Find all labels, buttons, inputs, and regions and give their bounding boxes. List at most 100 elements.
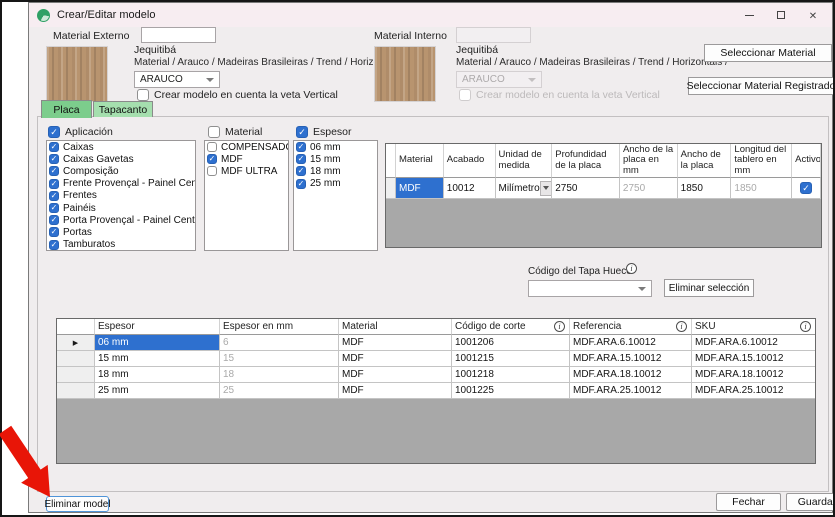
checkbox-icon[interactable]: [49, 142, 59, 152]
sku-cell[interactable]: MDF.ARA.15.10012: [692, 351, 815, 367]
checkbox-icon[interactable]: [49, 215, 59, 225]
espesor-cell[interactable]: 25 mm: [95, 383, 220, 399]
codigo-corte-cell[interactable]: 1001215: [452, 351, 570, 367]
eliminar-seleccion-button[interactable]: Eliminar selección: [664, 279, 754, 297]
codes-table-row[interactable]: 18 mm18MDF1001218MDF.ARA.18.10012MDF.ARA…: [57, 367, 815, 383]
checkbox-icon[interactable]: [296, 166, 306, 176]
checkbox-icon[interactable]: [49, 240, 59, 250]
codigo-corte-cell[interactable]: 1001225: [452, 383, 570, 399]
list-item[interactable]: Caixas: [47, 141, 195, 153]
checkbox-icon[interactable]: [137, 89, 149, 101]
checkbox-icon[interactable]: [49, 203, 59, 213]
profundidad-cell[interactable]: 2750: [552, 178, 620, 199]
list-item[interactable]: Tamburatos: [47, 239, 195, 251]
codes-table-row[interactable]: 15 mm15MDF1001215MDF.ARA.15.10012MDF.ARA…: [57, 351, 815, 367]
list-item[interactable]: 15 mm: [294, 153, 377, 165]
list-item-label: COMPENSADO: [221, 142, 288, 153]
espesor-cell[interactable]: 06 mm: [95, 335, 220, 351]
material-cell[interactable]: MDF: [339, 367, 452, 383]
material-cell[interactable]: MDF: [339, 351, 452, 367]
codes-table-row[interactable]: 06 mm6MDF1001206MDF.ARA.6.10012MDF.ARA.6…: [57, 335, 815, 351]
sku-cell[interactable]: MDF.ARA.18.10012: [692, 367, 815, 383]
dropdown-button[interactable]: [540, 181, 553, 196]
material-cell[interactable]: MDF: [396, 178, 444, 199]
list-item[interactable]: Frente Provençal - Painel Central/Trasei…: [47, 178, 195, 190]
espesor-cell[interactable]: 18 mm: [95, 367, 220, 383]
checkbox-icon[interactable]: [207, 142, 217, 152]
list-item[interactable]: Porta Provençal - Painel Central/Traseir…: [47, 214, 195, 226]
fechar-button[interactable]: Fechar: [716, 493, 781, 511]
checkbox-icon[interactable]: [207, 166, 217, 176]
checkbox-icon[interactable]: [208, 126, 220, 138]
checkbox-icon[interactable]: [296, 142, 306, 152]
sku-cell[interactable]: MDF.ARA.25.10012: [692, 383, 815, 399]
guardar-button[interactable]: Guardar: [786, 493, 835, 511]
checkbox-icon[interactable]: [49, 166, 59, 176]
info-icon[interactable]: [626, 263, 637, 274]
checkbox-icon[interactable]: [296, 154, 306, 164]
referencia-cell[interactable]: MDF.ARA.6.10012: [570, 335, 692, 351]
minimize-button[interactable]: [738, 6, 760, 24]
maximize-button[interactable]: [770, 6, 792, 24]
tab-tapacanto[interactable]: Tapacanto: [93, 101, 153, 117]
checkbox-icon[interactable]: [296, 126, 308, 138]
info-icon[interactable]: [800, 321, 811, 332]
list-item[interactable]: Caixas Gavetas: [47, 153, 195, 165]
vein-vertical-label: Crear modelo en cuenta la veta Vertical: [154, 89, 338, 101]
filter-listbox-0[interactable]: CaixasCaixas GavetasComposiçãoFrente Pro…: [46, 140, 196, 251]
checkbox-icon[interactable]: [207, 154, 217, 164]
list-item-label: Tamburatos: [63, 239, 115, 250]
list-item[interactable]: COMPENSADO: [205, 141, 288, 153]
checkbox-icon[interactable]: [49, 191, 59, 201]
close-button[interactable]: [802, 6, 824, 24]
info-icon[interactable]: [676, 321, 687, 332]
list-item[interactable]: MDF ULTRA: [205, 165, 288, 177]
unidad-medida-cell[interactable]: Milímetro: [496, 178, 553, 199]
list-item[interactable]: Frentes: [47, 190, 195, 202]
material-interno-swatch[interactable]: [374, 46, 436, 102]
row-header-cell: [386, 178, 396, 199]
acabado-cell[interactable]: 10012: [444, 178, 496, 199]
column-header: Espesor: [95, 319, 220, 335]
checkbox-icon[interactable]: [49, 179, 59, 189]
material-externo-brand-combobox[interactable]: ARAUCO: [134, 71, 220, 88]
seleccionar-material-registrado-button[interactable]: Seleccionar Material Registrado: [688, 77, 834, 95]
tapa-hueco-combobox[interactable]: [528, 280, 652, 297]
list-item[interactable]: Portas: [47, 226, 195, 238]
material-cell[interactable]: MDF: [339, 335, 452, 351]
window-controls: [738, 6, 824, 24]
chevron-down-icon: [206, 78, 214, 82]
activo-cell[interactable]: [792, 178, 821, 199]
list-item[interactable]: 18 mm: [294, 165, 377, 177]
espesor-cell[interactable]: 15 mm: [95, 351, 220, 367]
tab-placa[interactable]: Placa: [41, 100, 92, 118]
checkbox-icon[interactable]: [49, 154, 59, 164]
board-table-row[interactable]: MDF10012Milímetro2750275018501850: [386, 178, 821, 199]
checkbox-icon[interactable]: [800, 182, 812, 194]
list-item[interactable]: 25 mm: [294, 178, 377, 190]
list-item[interactable]: 06 mm: [294, 141, 377, 153]
material-externo-code-input[interactable]: [141, 27, 216, 43]
checkbox-icon[interactable]: [48, 126, 60, 138]
sku-cell[interactable]: MDF.ARA.6.10012: [692, 335, 815, 351]
checkbox-icon[interactable]: [49, 227, 59, 237]
seleccionar-material-button[interactable]: Seleccionar Material: [704, 44, 832, 62]
codigo-corte-cell[interactable]: 1001206: [452, 335, 570, 351]
referencia-cell[interactable]: MDF.ARA.18.10012: [570, 367, 692, 383]
material-externo-swatch[interactable]: [46, 46, 108, 102]
list-item[interactable]: MDF: [205, 153, 288, 165]
codes-table-row[interactable]: 25 mm25MDF1001225MDF.ARA.25.10012MDF.ARA…: [57, 383, 815, 399]
eliminar-model-button[interactable]: Eliminar model: [46, 496, 109, 512]
filter-listbox-2[interactable]: 06 mm15 mm18 mm25 mm: [293, 140, 378, 251]
codigo-corte-cell[interactable]: 1001218: [452, 367, 570, 383]
list-item[interactable]: Painéis: [47, 202, 195, 214]
vein-vertical-checkbox-row[interactable]: Crear modelo en cuenta la veta Vertical: [137, 89, 338, 101]
referencia-cell[interactable]: MDF.ARA.15.10012: [570, 351, 692, 367]
referencia-cell[interactable]: MDF.ARA.25.10012: [570, 383, 692, 399]
filter-listbox-1[interactable]: COMPENSADOMDFMDF ULTRA: [204, 140, 289, 251]
list-item[interactable]: Composição: [47, 165, 195, 177]
info-icon[interactable]: [554, 321, 565, 332]
ancho-cell[interactable]: 1850: [678, 178, 732, 199]
material-cell[interactable]: MDF: [339, 383, 452, 399]
checkbox-icon[interactable]: [296, 179, 306, 189]
